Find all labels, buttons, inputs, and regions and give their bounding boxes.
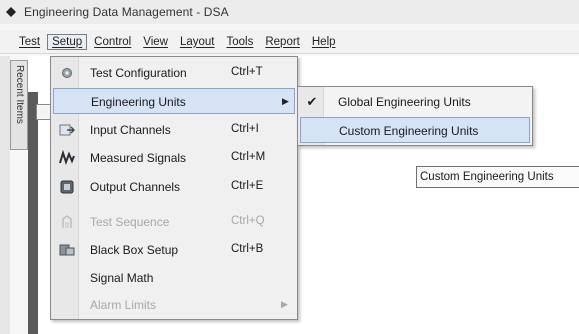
app-logo-icon — [6, 7, 16, 17]
test-configuration-icon — [62, 68, 72, 78]
submenu-item-global-engineering-units[interactable]: ✔ Global Engineering Units — [300, 89, 530, 115]
menu-bar: Test Setup Control View Layout Tools Rep… — [0, 30, 579, 54]
menu-item-label: Measured Signals — [90, 151, 187, 165]
menu-item-output-channels[interactable]: Output Channels Ctrl+E — [53, 174, 295, 200]
menu-item-label: Output Channels — [90, 180, 181, 194]
window-title: Engineering Data Management - DSA — [24, 5, 229, 19]
menu-item-shortcut: Ctrl+I — [231, 123, 259, 135]
menu-item-label: Test Configuration — [90, 66, 187, 80]
menu-item-shortcut: Ctrl+Q — [231, 215, 265, 227]
menu-layout[interactable]: Layout — [175, 34, 220, 50]
menu-tools[interactable]: Tools — [221, 34, 258, 50]
recent-items-tab-label: Recent Items — [14, 65, 25, 124]
input-channels-icon — [59, 124, 75, 136]
title-bar: Engineering Data Management - DSA — [0, 0, 579, 24]
menu-item-test-sequence: Test Sequence Ctrl+Q — [53, 209, 295, 235]
menu-item-test-configuration[interactable]: Test Configuration Ctrl+T — [53, 60, 295, 86]
menu-setup[interactable]: Setup — [47, 33, 88, 50]
menu-report[interactable]: Report — [260, 34, 305, 50]
menu-item-shortcut: Ctrl+B — [231, 243, 264, 255]
setup-menu: Test Configuration Ctrl+T Engineering Un… — [50, 56, 298, 320]
menu-item-alarm-limits: Alarm Limits ▶ — [53, 292, 295, 318]
menu-item-label: Signal Math — [90, 271, 154, 285]
menu-control[interactable]: Control — [89, 34, 136, 50]
menu-item-shortcut: Ctrl+M — [231, 151, 266, 163]
submenu-item-custom-engineering-units[interactable]: Custom Engineering Units — [300, 117, 530, 143]
menu-item-black-box-setup[interactable]: Black Box Setup Ctrl+B — [53, 237, 295, 263]
menu-item-signal-math[interactable]: Signal Math — [53, 265, 295, 291]
submenu-item-label: Global Engineering Units — [338, 95, 471, 109]
menu-item-label: Input Channels — [90, 123, 171, 137]
tooltip: Custom Engineering Units — [416, 166, 579, 188]
menu-test[interactable]: Test — [14, 34, 45, 50]
menu-help[interactable]: Help — [307, 34, 341, 50]
submenu-arrow-icon: ▶ — [282, 96, 289, 106]
workspace-splitter[interactable] — [28, 92, 38, 334]
menu-item-label: Black Box Setup — [90, 243, 179, 257]
menu-item-label: Alarm Limits — [90, 298, 157, 312]
menu-item-shortcut: Ctrl+E — [231, 180, 264, 192]
menu-item-label: Engineering Units — [91, 95, 186, 109]
menu-item-shortcut: Ctrl+T — [231, 66, 263, 78]
test-sequence-icon — [62, 215, 72, 228]
menu-item-measured-signals[interactable]: Measured Signals Ctrl+M — [53, 145, 295, 171]
black-box-setup-icon — [59, 244, 75, 256]
check-icon: ✔ — [306, 94, 318, 109]
measured-signals-icon — [59, 150, 75, 165]
recent-items-tab[interactable]: Recent Items — [10, 60, 28, 150]
submenu-item-label: Custom Engineering Units — [339, 124, 479, 138]
menu-item-label: Test Sequence — [90, 215, 170, 229]
left-dock-strip — [0, 56, 10, 334]
menu-view[interactable]: View — [138, 34, 173, 50]
engineering-units-submenu: ✔ Global Engineering Units Custom Engine… — [297, 86, 533, 146]
menu-item-engineering-units[interactable]: Engineering Units ▶ — [53, 88, 295, 114]
menu-item-input-channels[interactable]: Input Channels Ctrl+I — [53, 117, 295, 143]
submenu-arrow-icon: ▶ — [281, 299, 288, 309]
output-channels-icon — [60, 180, 74, 194]
